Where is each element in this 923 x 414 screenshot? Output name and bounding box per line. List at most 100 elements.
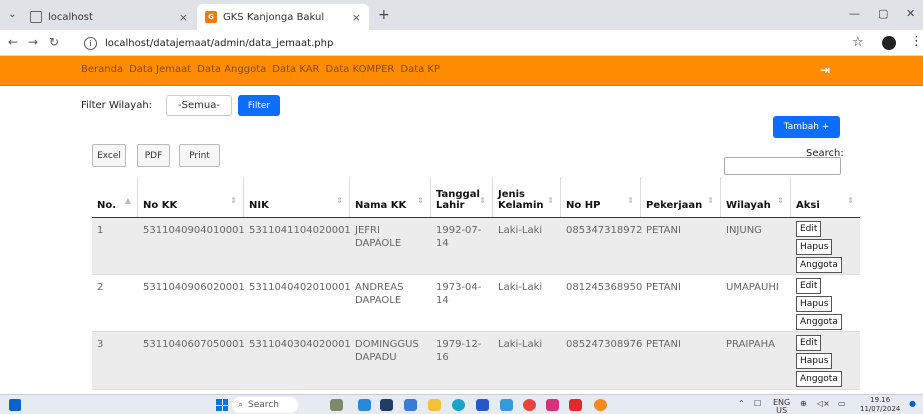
col-no-hp[interactable]: No HP ⇕ <box>561 177 641 217</box>
export-pdf-button[interactable]: PDF <box>137 144 170 167</box>
col-nik[interactable]: NIK ⇕ <box>244 177 350 217</box>
row-actions: Edit Hapus Anggota <box>796 278 842 330</box>
site-info-icon[interactable]: i <box>84 36 97 50</box>
nav-link-beranda[interactable]: Beranda <box>81 64 123 75</box>
clock[interactable]: 19.16 11/07/2024 <box>860 396 900 414</box>
col-nama-kk[interactable]: Nama KK ⇕ <box>350 177 431 217</box>
hapus-button[interactable]: Hapus <box>796 296 833 312</box>
reload-icon[interactable]: ↻ <box>49 35 59 49</box>
anggota-button[interactable]: Anggota <box>796 371 842 387</box>
filter-button[interactable]: Filter <box>238 95 280 116</box>
notification-icon[interactable]: ● <box>909 399 916 408</box>
cell-hp: 081245368950 <box>566 282 643 293</box>
address-bar: ← → ↻ i localhost/datajemaat/admin/data_… <box>0 30 923 56</box>
back-icon[interactable]: ← <box>8 35 18 49</box>
cell-pekerjaan: PETANI <box>646 339 681 350</box>
tab-list-chevron-icon[interactable]: ⌄ <box>8 9 16 20</box>
wilayah-select[interactable]: -Semua- <box>166 95 232 116</box>
edit-button[interactable]: Edit <box>796 221 822 237</box>
tab-close-icon[interactable]: × <box>179 11 188 24</box>
file-explorer-icon[interactable] <box>428 399 441 411</box>
sort-icon: ⇕ <box>777 196 784 205</box>
chat-icon[interactable] <box>404 399 417 411</box>
chrome-icon[interactable] <box>523 399 536 411</box>
windows-start-icon[interactable] <box>216 399 228 411</box>
table-row: 1 5311040904010001 5311041104020001 JEFR… <box>92 218 860 275</box>
hapus-button[interactable]: Hapus <box>796 239 833 255</box>
browser-tab-bar: ⌄ localhost × G GKS Kanjonga Bakul × + —… <box>0 0 923 30</box>
table-row: 3 5311040607050001 5311040304020001 DOMI… <box>92 332 860 390</box>
youtube-icon[interactable] <box>569 399 582 411</box>
nav-link-data-anggota[interactable]: Data Anggota <box>197 64 266 75</box>
cell-hp: 085247308976 <box>566 339 643 350</box>
taskbar-search-label: Search <box>248 400 279 410</box>
cell-wilayah: UMAPAUHI <box>726 282 779 293</box>
volume-icon[interactable]: ◁× <box>817 399 830 408</box>
url-text: localhost/datajemaat/admin/data_jemaat.p… <box>105 37 334 49</box>
nav-link-data-komper[interactable]: Data KOMPER <box>326 64 395 75</box>
close-window-icon[interactable]: ✕ <box>906 7 915 20</box>
tab-title: localhost <box>48 11 93 23</box>
widgets-icon[interactable] <box>9 399 21 411</box>
battery-icon[interactable]: ▭ <box>838 399 846 408</box>
anggota-button[interactable]: Anggota <box>796 314 842 330</box>
export-excel-button[interactable]: Excel <box>92 144 126 167</box>
bookmark-star-icon[interactable]: ☆ <box>852 35 864 50</box>
weather-icon[interactable] <box>330 399 343 411</box>
minimize-icon[interactable]: — <box>849 7 860 20</box>
tray-app-icon[interactable]: ☐ <box>754 399 761 408</box>
cell-nik: 5311041104020001 <box>249 225 351 236</box>
browser-tab-localhost[interactable]: localhost × <box>22 4 196 30</box>
sort-icon: ▲ <box>124 196 131 205</box>
extension-icon[interactable] <box>882 36 896 50</box>
tambah-button[interactable]: Tambah + <box>773 116 840 138</box>
sort-icon: ⇕ <box>479 196 486 205</box>
language-indicator[interactable]: ENG US <box>773 399 790 414</box>
cell-pekerjaan: PETANI <box>646 282 681 293</box>
url-field[interactable]: i localhost/datajemaat/admin/data_jemaat… <box>84 33 854 53</box>
col-aksi[interactable]: Aksi ⇕ <box>791 177 860 217</box>
site-favicon-icon: G <box>205 11 217 23</box>
edge-icon[interactable] <box>452 399 465 411</box>
col-jenis-kelamin[interactable]: Jenis Kelamin ⇕ <box>493 177 561 217</box>
cell-nik: 5311040402010001 <box>249 282 351 293</box>
taskbar-search[interactable]: ⌕ Search <box>232 397 298 413</box>
col-tanggal-lahir[interactable]: Tanggal Lahir ⇕ <box>431 177 493 217</box>
cell-jk: Laki-Laki <box>498 282 543 293</box>
print-button[interactable]: Print <box>179 144 220 167</box>
edit-button[interactable]: Edit <box>796 335 822 351</box>
col-no-kk[interactable]: No KK ⇕ <box>138 177 244 217</box>
new-tab-icon[interactable]: + <box>378 7 390 23</box>
restore-icon[interactable]: ▢ <box>878 7 888 20</box>
nav-link-data-jemaat[interactable]: Data Jemaat <box>129 64 191 75</box>
tab-title: GKS Kanjonga Bakul <box>223 11 325 23</box>
cell-no-kk: 5311040607050001 <box>143 339 245 350</box>
nav-link-data-kar[interactable]: Data KAR <box>272 64 319 75</box>
app-icon[interactable] <box>500 399 513 411</box>
app-orange-icon[interactable] <box>594 399 607 411</box>
nav-link-data-kp[interactable]: Data KP <box>400 64 440 75</box>
cell-nama: JEFRI DAPAOLE <box>355 225 402 249</box>
task-view-icon[interactable] <box>380 399 393 411</box>
network-icon[interactable]: ⊕ <box>800 399 807 408</box>
logout-icon[interactable]: ⇥ <box>820 63 830 77</box>
sort-icon: ⇕ <box>627 196 634 205</box>
cell-wilayah: INJUNG <box>726 225 762 236</box>
search-input[interactable] <box>724 157 841 175</box>
page-favicon-icon <box>30 11 42 23</box>
browser-menu-icon[interactable]: ⋮ <box>910 34 923 49</box>
cell-no: 1 <box>97 225 104 236</box>
tab-close-icon[interactable]: × <box>352 11 361 24</box>
edit-button[interactable]: Edit <box>796 278 822 294</box>
anggota-button[interactable]: Anggota <box>796 257 842 273</box>
store-icon[interactable] <box>476 399 489 411</box>
forward-icon[interactable]: → <box>28 35 38 49</box>
col-pekerjaan[interactable]: Pekerjaan ⇕ <box>641 177 721 217</box>
instagram-icon[interactable] <box>546 399 559 411</box>
copilot-icon[interactable] <box>358 399 371 411</box>
tray-chevron-icon[interactable]: ⌃ <box>738 399 745 408</box>
col-no[interactable]: No. ▲ <box>92 177 138 217</box>
browser-tab-gks[interactable]: G GKS Kanjonga Bakul × <box>197 4 369 30</box>
hapus-button[interactable]: Hapus <box>796 353 833 369</box>
col-wilayah[interactable]: Wilayah ⇕ <box>721 177 791 217</box>
